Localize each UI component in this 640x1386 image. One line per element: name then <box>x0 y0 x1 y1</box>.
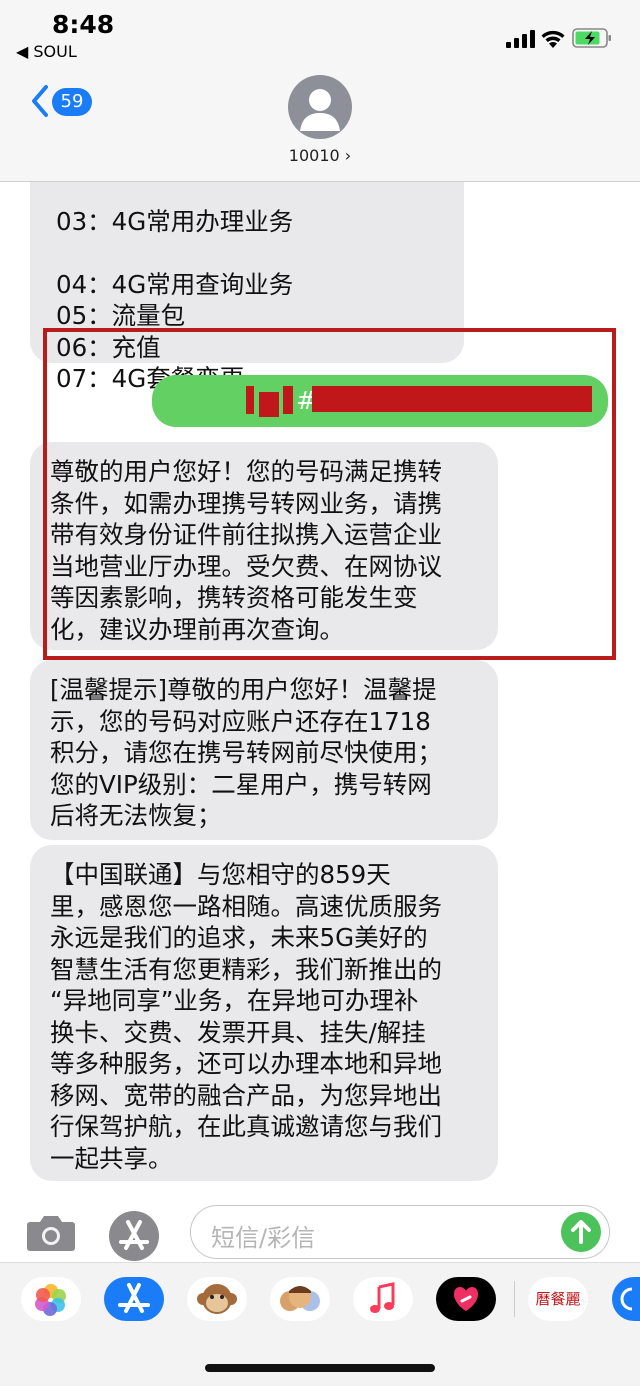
digital-touch-icon[interactable] <box>436 1277 496 1321</box>
home-indicator[interactable] <box>205 1364 435 1372</box>
battery-charging-icon <box>572 28 611 48</box>
contact-name[interactable]: 10010 › <box>0 146 640 165</box>
menu-item-partial: 03：4G常用办理业务 <box>56 206 294 236</box>
status-time: 8:48 <box>52 10 115 39</box>
message-bubble-reply-3: 【中国联通】与您相守的859天 里，感恩您一路相随。高速优质服务 永远是我们的追… <box>30 845 498 1181</box>
compose-bar: 短信/彩信 <box>0 1202 640 1262</box>
unread-count-badge: 59 <box>52 88 92 116</box>
chevron-left-icon <box>32 85 48 117</box>
memoji-icon[interactable] <box>270 1277 330 1321</box>
wifi-icon <box>541 30 565 48</box>
back-to-app-link[interactable]: ◀ SOUL <box>16 42 77 61</box>
drawer-divider <box>514 1281 515 1317</box>
app-store-icon[interactable] <box>104 1277 164 1321</box>
highlight-frame <box>43 328 616 660</box>
send-button[interactable] <box>561 1212 601 1252</box>
app-store-a-icon <box>118 1283 150 1313</box>
music-icon[interactable] <box>353 1277 413 1321</box>
memoji-faces-icon <box>280 1286 320 1311</box>
back-button[interactable]: 59 <box>30 84 100 118</box>
status-bar: 8:48 ◀ SOUL <box>0 0 640 70</box>
person-icon <box>300 89 340 131</box>
monkey-face-icon <box>197 1284 237 1314</box>
animoji-icon[interactable] <box>187 1277 247 1321</box>
calendar-app-icon[interactable]: 曆餐麗 <box>528 1277 588 1321</box>
music-note-icon <box>370 1282 395 1313</box>
heart-touch-icon <box>453 1287 479 1311</box>
message-input[interactable]: 短信/彩信 <box>190 1205 610 1259</box>
message-input-placeholder: 短信/彩信 <box>211 1224 316 1252</box>
contact-avatar[interactable] <box>288 75 352 139</box>
cellular-signal-icon <box>506 30 535 48</box>
message-bubble-reply-2: [温馨提示]尊敬的用户您好！温馨提 示，您的号码对应账户还存在1718 积分，请… <box>30 660 498 840</box>
photos-flower-icon <box>35 1284 66 1316</box>
camera-icon[interactable] <box>26 1214 76 1252</box>
arrow-up-icon <box>571 1220 591 1244</box>
partial-app-glyph-icon <box>620 1287 633 1311</box>
app-store-button-icon[interactable] <box>106 1208 162 1264</box>
partial-app-icon[interactable] <box>612 1277 640 1321</box>
calendar-app-label: 曆餐麗 <box>535 1290 581 1308</box>
photos-icon[interactable] <box>21 1277 81 1321</box>
conversation-header: 59 10010 › <box>0 70 640 182</box>
